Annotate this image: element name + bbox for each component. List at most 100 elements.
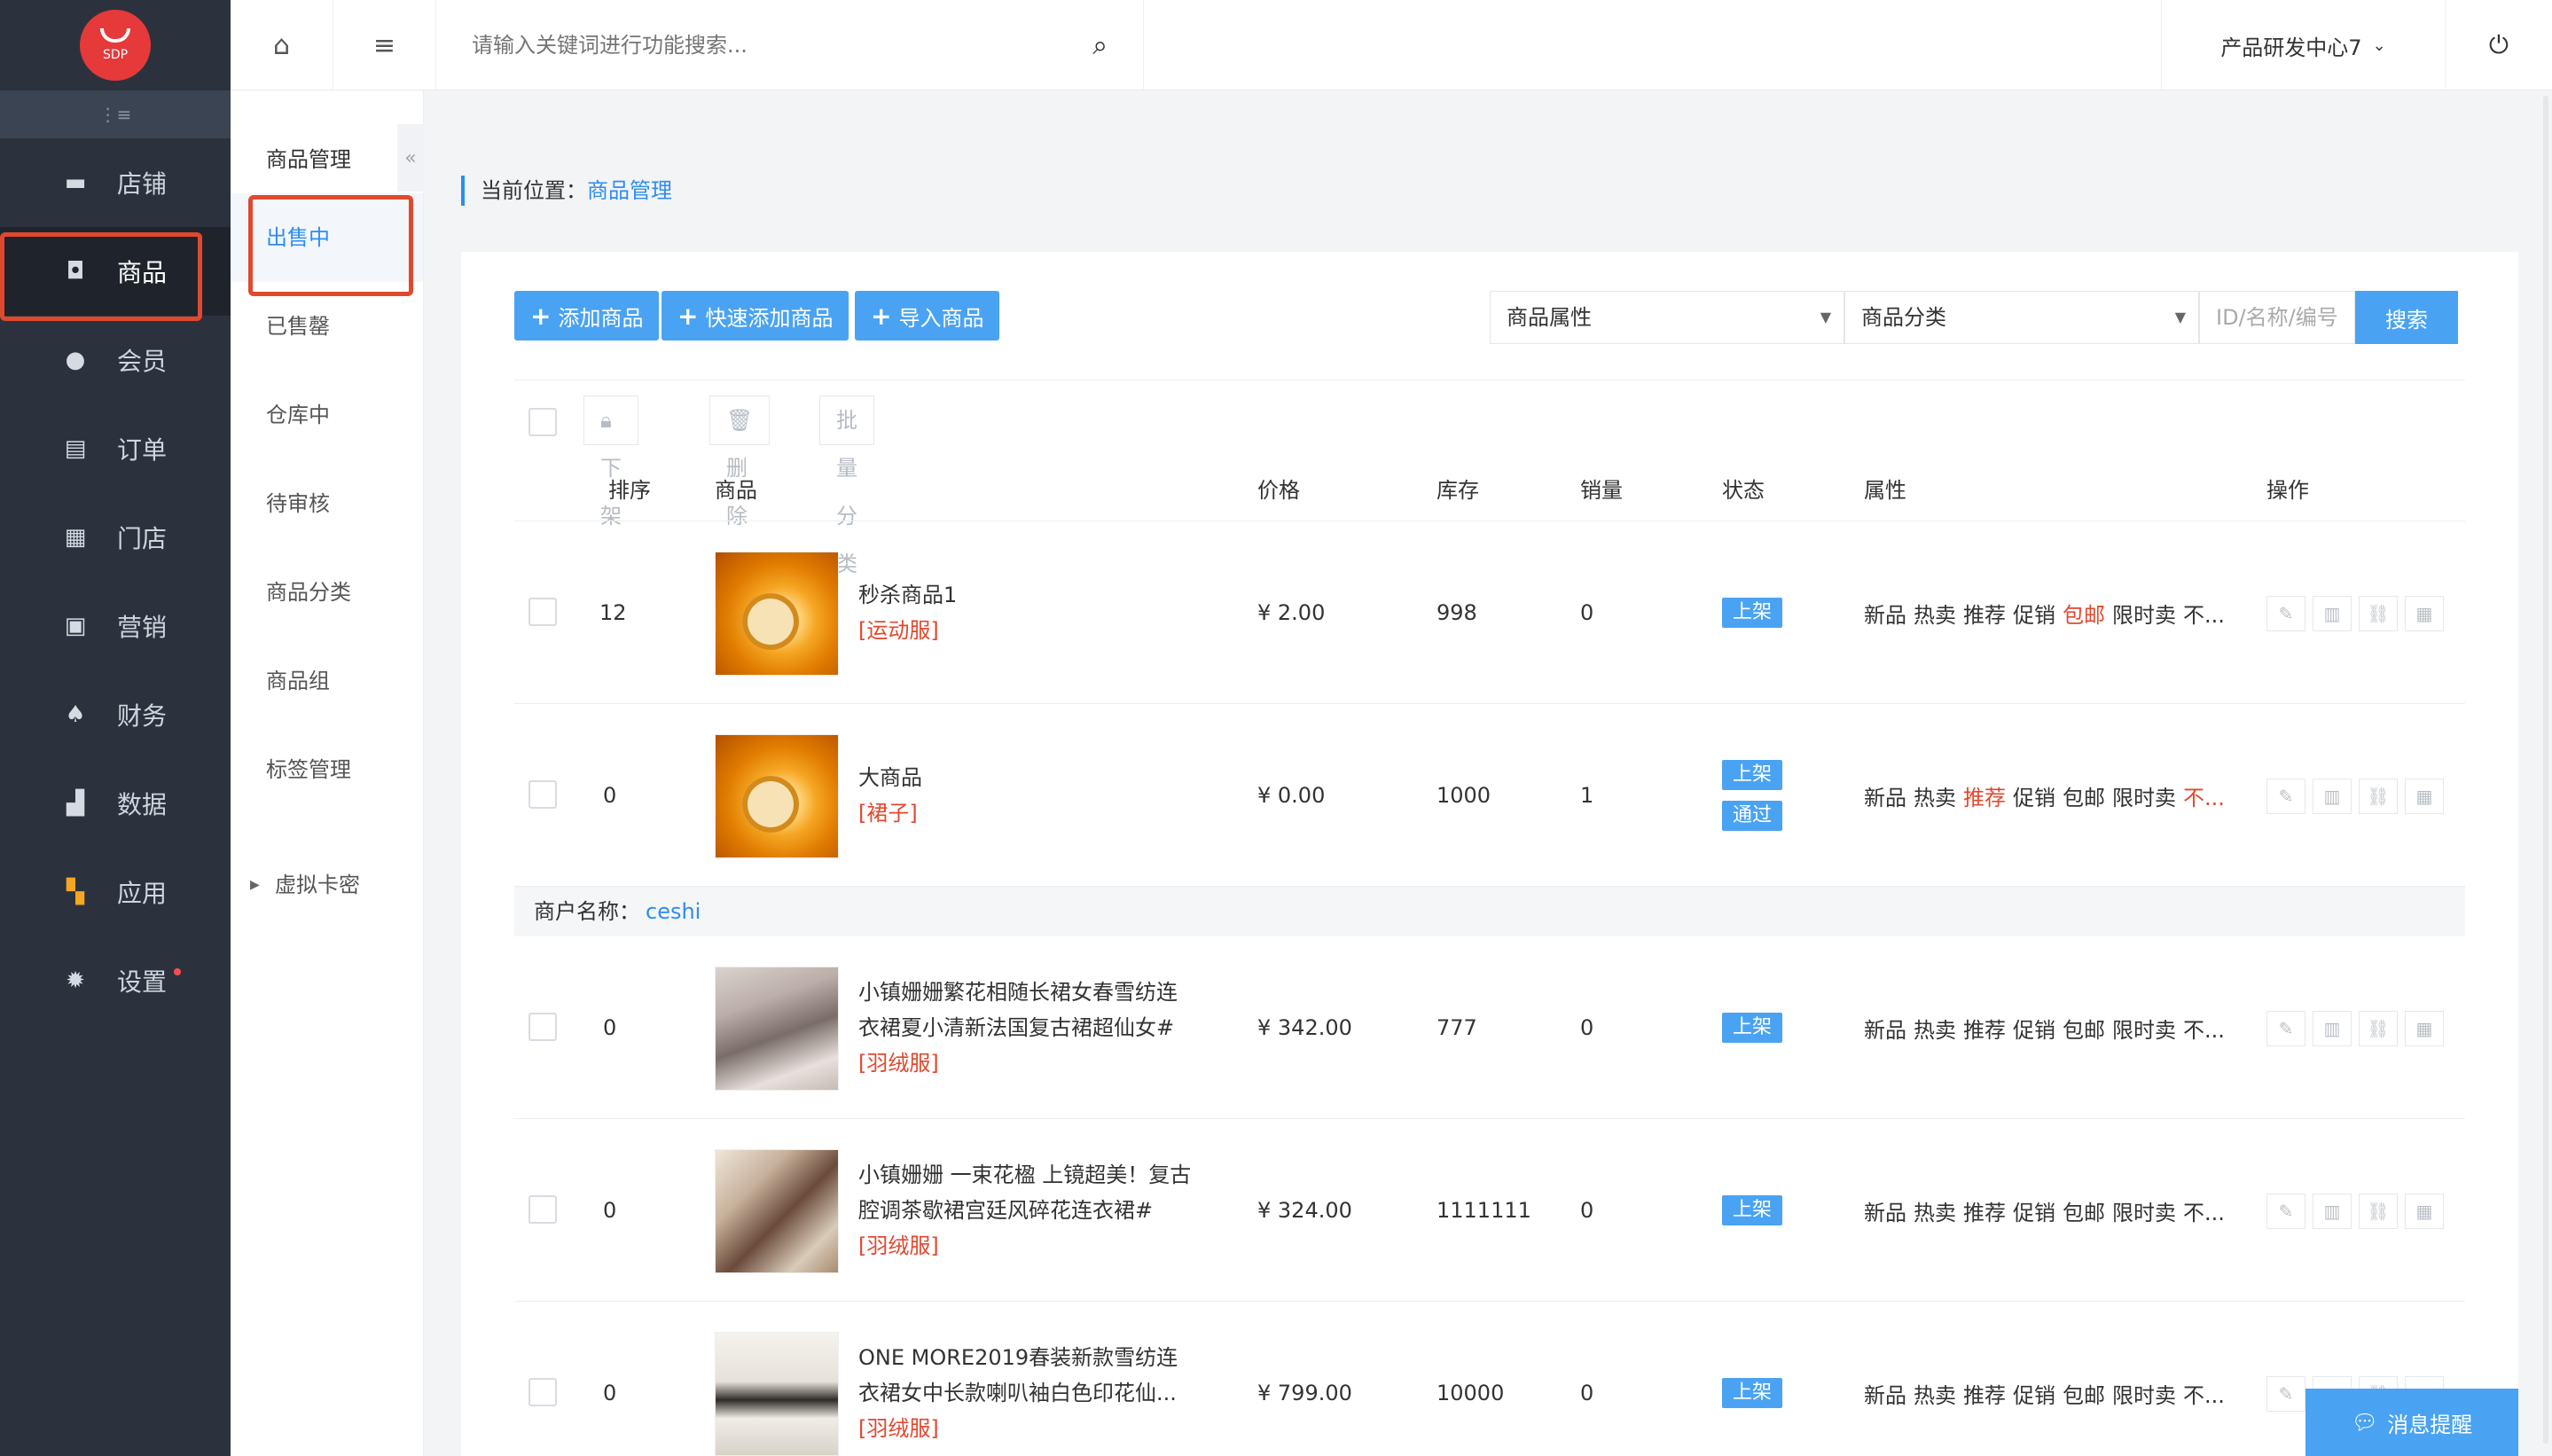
row-sort[interactable]: 0 xyxy=(603,1119,616,1302)
message-button[interactable]: 💬︎ 消息提醒 xyxy=(2305,1389,2518,1456)
attribute-select-value: 商品属性 xyxy=(1507,305,1592,330)
row-attrs: 新品 热卖 推荐 促销 包邮 限时卖 不... xyxy=(1864,521,2232,704)
select-all-checkbox[interactable] xyxy=(528,408,557,436)
status-badge[interactable]: 上架 xyxy=(1722,1378,1783,1408)
sub-item-pending[interactable]: 待审核 xyxy=(231,459,423,548)
home-icon[interactable]: ⌂ xyxy=(231,0,333,90)
edit-icon[interactable]: ✎ xyxy=(2266,1376,2305,1412)
sub-item-sold-out[interactable]: 已售罄 xyxy=(231,282,423,371)
row-sort[interactable]: 0 xyxy=(603,1302,616,1456)
status-badge[interactable]: 上架 xyxy=(1722,598,1783,628)
status-badge[interactable]: 上架 xyxy=(1722,1195,1783,1225)
product-name[interactable]: 小镇姗姗 一束花楹 上镜超美！复古腔调茶歇裙宫廷风碎花连衣裙# xyxy=(858,1157,1195,1228)
product-thumbnail[interactable] xyxy=(715,1149,839,1273)
org-switcher[interactable]: 产品研发中心7 ⌄ xyxy=(2162,0,2446,90)
qrcode-icon[interactable]: ▦ xyxy=(2405,1194,2444,1229)
sub-item-category[interactable]: 商品分类 xyxy=(231,548,423,637)
sidebar-item-orders[interactable]: ▤ 订单 xyxy=(0,404,231,493)
row-stock: 1000 xyxy=(1436,783,1491,808)
link-icon[interactable]: ⛓ xyxy=(2359,1011,2398,1046)
power-icon[interactable]: ⏻ xyxy=(2446,0,2552,90)
page-scrollbar[interactable] xyxy=(2543,96,2548,1444)
product-name[interactable]: 秒杀商品1 xyxy=(858,577,1195,613)
link-icon[interactable]: ⛓ xyxy=(2359,596,2398,631)
trash-icon[interactable]: ▥ xyxy=(2313,1194,2352,1229)
merchant-name[interactable]: ceshi xyxy=(646,899,701,924)
product-category: [羽绒服] xyxy=(858,1051,939,1076)
sidebar-collapse-icon[interactable]: ⋮≡ xyxy=(0,90,231,138)
sub-item-tags[interactable]: 标签管理 xyxy=(231,725,423,814)
breadcrumb-link[interactable]: 商品管理 xyxy=(587,178,672,203)
row-checkbox[interactable] xyxy=(528,780,557,809)
sidebar-item-finance[interactable]: ♠ 财务 xyxy=(0,670,231,759)
batch-category-button[interactable]: 批量分类 xyxy=(819,395,874,576)
th-sort[interactable]: 排序 xyxy=(608,459,651,521)
qrcode-icon[interactable]: ▦ xyxy=(2405,779,2444,814)
trash-icon[interactable]: ▥ xyxy=(2313,1011,2352,1046)
delete-button[interactable]: 🗑︎ 删除 xyxy=(709,395,771,528)
th-sales[interactable]: 销量 xyxy=(1580,459,1623,521)
product-thumbnail[interactable] xyxy=(715,1332,839,1456)
product-info: 小镇姗姗 一束花楹 上镜超美！复古腔调茶歇裙宫廷风碎花连衣裙# [羽绒服] xyxy=(858,1119,1195,1302)
sidebar-item-settings[interactable]: ✹ 设置 xyxy=(0,936,231,1025)
status-badge[interactable]: 上架 xyxy=(1722,760,1783,790)
quick-add-button[interactable]: + 快速添加商品 xyxy=(661,291,849,341)
trash-icon[interactable]: ▥ xyxy=(2313,596,2352,631)
category-select[interactable]: 商品分类 ▼ xyxy=(1844,291,2199,344)
attribute-select[interactable]: 商品属性 ▼ xyxy=(1490,291,1844,344)
row-sort[interactable]: 0 xyxy=(603,704,616,887)
product-thumbnail[interactable] xyxy=(715,552,839,676)
sidebar-item-marketing[interactable]: ▣ 营销 xyxy=(0,582,231,670)
row-checkbox[interactable] xyxy=(528,1378,557,1406)
row-sort[interactable]: 0 xyxy=(603,936,616,1119)
sidebar-item-data[interactable]: ▟ 数据 xyxy=(0,759,231,848)
logo[interactable]: SDP xyxy=(80,10,151,81)
edit-icon[interactable]: ✎ xyxy=(2266,779,2305,814)
sub-sidebar-collapse-icon[interactable]: « xyxy=(397,124,424,192)
sidebar-item-shops[interactable]: ▦ 门店 xyxy=(0,493,231,582)
search-button[interactable]: 搜索 xyxy=(2355,291,2458,344)
sidebar-item-products[interactable]: ◘ 商品 xyxy=(0,227,231,321)
row-checkbox[interactable] xyxy=(528,1013,557,1041)
qrcode-icon[interactable]: ▦ xyxy=(2405,1011,2444,1046)
sidebar-item-members[interactable]: ● 会员 xyxy=(0,316,231,404)
function-search-input[interactable] xyxy=(472,33,1039,58)
trash-icon[interactable]: ▥ xyxy=(2313,779,2352,814)
offshelf-button[interactable]: 🔒︎ 下架 xyxy=(583,395,638,528)
attr-tag: 不... xyxy=(2183,1017,2225,1043)
review-badge[interactable]: 通过 xyxy=(1722,801,1783,831)
product-thumbnail[interactable] xyxy=(715,967,839,1091)
link-icon[interactable]: ⛓ xyxy=(2359,1194,2398,1229)
sub-item-warehouse[interactable]: 仓库中 xyxy=(231,371,423,459)
add-product-button[interactable]: + 添加商品 xyxy=(514,291,660,341)
product-thumbnail[interactable] xyxy=(715,734,839,858)
bar-chart-icon: ▟ xyxy=(67,790,84,817)
menu-icon[interactable]: ≡ xyxy=(333,0,436,90)
search-icon[interactable]: ⌕ xyxy=(1092,30,1108,61)
edit-icon[interactable]: ✎ xyxy=(2266,1194,2305,1229)
product-name[interactable]: 小镇姗姗繁花相随长裙女春雪纺连衣裙夏小清新法国复古裙超仙女# xyxy=(858,975,1195,1045)
th-stock[interactable]: 库存 xyxy=(1436,459,1479,521)
row-status: 上架 通过 xyxy=(1722,704,1783,887)
id-search-input[interactable]: ID/名称/编号 xyxy=(2199,291,2355,344)
store-icon: ▬ xyxy=(64,169,87,196)
row-sort[interactable]: 12 xyxy=(599,521,627,704)
status-badge[interactable]: 上架 xyxy=(1722,1013,1783,1043)
row-checkbox[interactable] xyxy=(528,1195,557,1224)
sub-item-virtual-card[interactable]: ▶ 虚拟卡密 xyxy=(231,841,423,929)
link-icon[interactable]: ⛓ xyxy=(2359,779,2398,814)
product-name[interactable]: ONE MORE2019春装新款雪纺连衣裙女中长款喇叭袖白色印花仙... xyxy=(858,1340,1195,1411)
edit-icon[interactable]: ✎ xyxy=(2266,1011,2305,1046)
product-name[interactable]: 大商品 xyxy=(858,760,1195,795)
row-checkbox[interactable] xyxy=(528,598,557,626)
import-button[interactable]: + 导入商品 xyxy=(855,291,1000,341)
sidebar-item-label: 营销 xyxy=(117,613,168,642)
sidebar-item-apps[interactable]: ▚ 应用 xyxy=(0,848,231,936)
edit-icon[interactable]: ✎ xyxy=(2266,596,2305,631)
qrcode-icon[interactable]: ▦ xyxy=(2405,596,2444,631)
sub-item-group[interactable]: 商品组 xyxy=(231,637,423,725)
sidebar-item-store[interactable]: ▬ 店铺 xyxy=(0,138,231,227)
th-price[interactable]: 价格 xyxy=(1257,459,1300,521)
apps-icon: ▚ xyxy=(67,879,84,905)
sub-item-on-sale[interactable]: 出售中 xyxy=(231,193,423,296)
